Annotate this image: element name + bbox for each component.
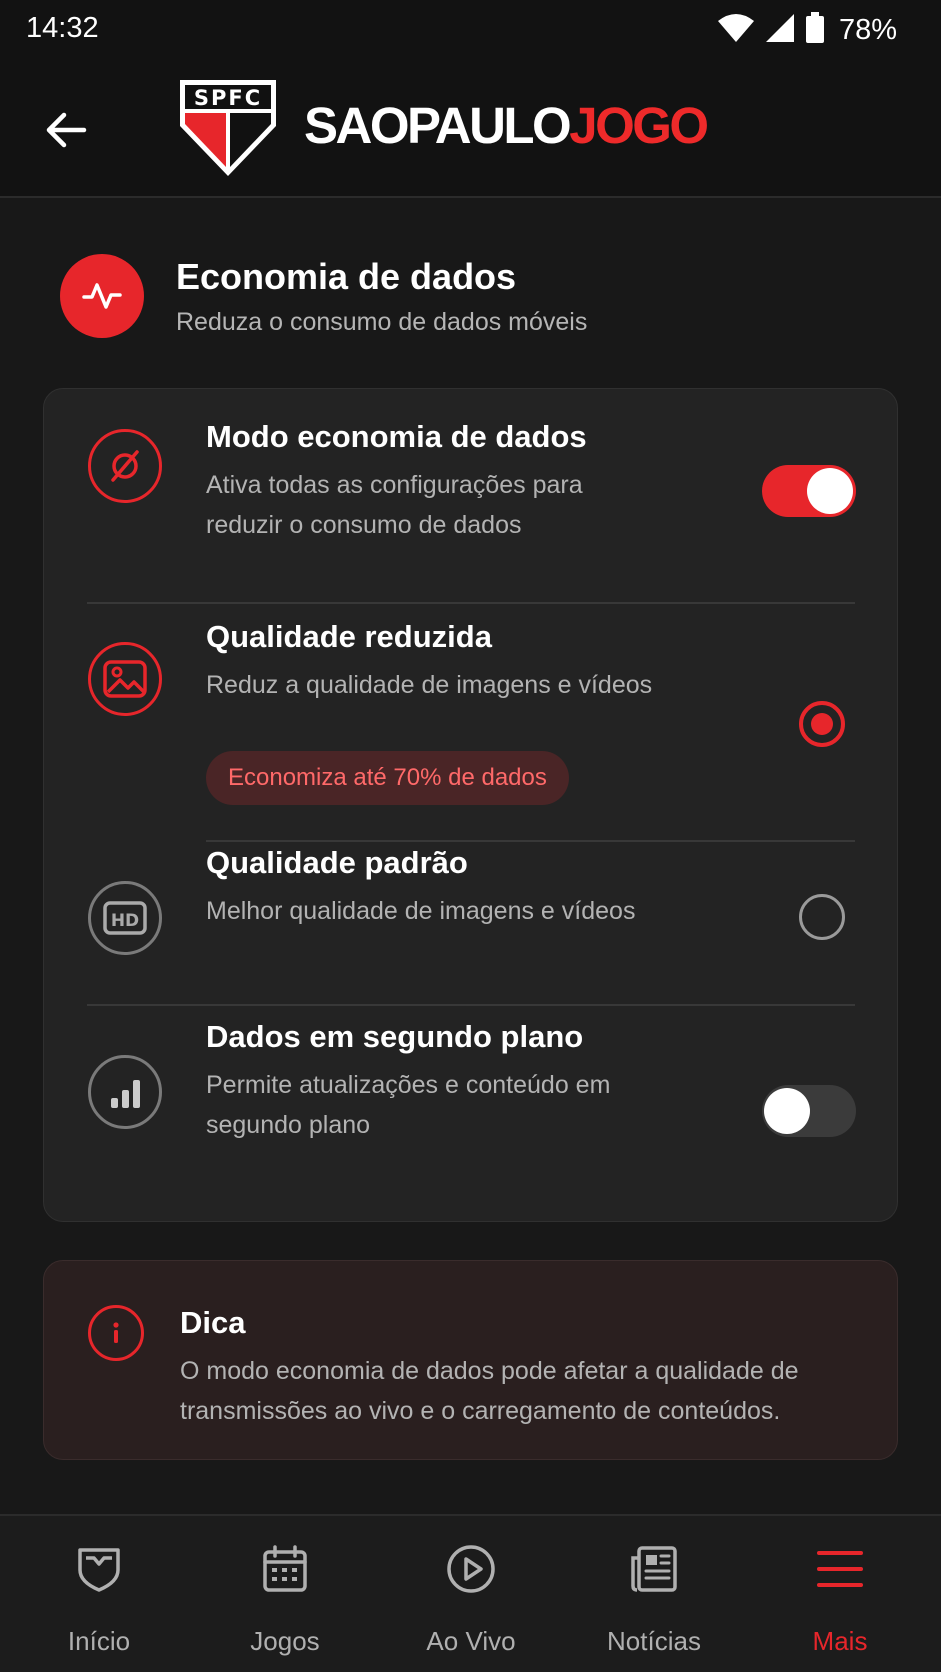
- spfc-logo: SPFC: [176, 78, 280, 178]
- data-saver-description: Ativa todas as configurações para reduzi…: [206, 465, 583, 545]
- no-data-icon: [88, 429, 162, 503]
- background-data-description-line2: segundo plano: [206, 1111, 371, 1139]
- radio-dot: [811, 713, 833, 735]
- divider: [87, 602, 855, 604]
- standard-quality-title: Qualidade padrão: [206, 845, 468, 880]
- back-button[interactable]: [40, 104, 92, 156]
- play-circle-icon: [444, 1542, 498, 1596]
- shield-home-icon: [72, 1542, 126, 1596]
- brand-name-accent: JOGO: [569, 97, 709, 154]
- tip-card: Dica O modo economia de dados pode afeta…: [43, 1260, 898, 1460]
- app-header: SPFC SAOPAULOJOGO: [0, 60, 941, 198]
- newspaper-icon: [627, 1542, 681, 1596]
- tip-title: Dica: [180, 1305, 246, 1340]
- battery-percentage: 78%: [838, 13, 897, 46]
- reduced-quality-title: Qualidade reduzida: [206, 619, 492, 654]
- data-saver-title: Modo economia de dados: [206, 419, 587, 454]
- bar-chart-icon: [88, 1055, 162, 1129]
- nav-item-ao-vivo[interactable]: Ao Vivo: [378, 1516, 564, 1672]
- screen: 14:32 78% SPFC SAOPAULOJOGO Economia de …: [0, 0, 941, 1672]
- background-data-toggle[interactable]: [762, 1085, 856, 1137]
- hd-icon: HD: [88, 881, 162, 955]
- data-saver-toggle[interactable]: [762, 465, 856, 517]
- toggle-knob: [764, 1088, 810, 1134]
- activity-icon: [60, 254, 144, 338]
- background-data-description: Permite atualizações e conteúdo em segun…: [206, 1065, 610, 1145]
- calendar-icon: [258, 1542, 312, 1596]
- divider: [206, 840, 855, 842]
- image-icon: [88, 642, 162, 716]
- background-data-description-line1: Permite atualizações e conteúdo em: [206, 1071, 611, 1099]
- arrow-left-icon: [46, 112, 87, 148]
- tip-text-line1: O modo economia de dados pode afetar a q…: [180, 1357, 799, 1385]
- bottom-nav: Início Jogos Ao Vivo Notícias Mais: [0, 1514, 941, 1672]
- standard-quality-radio[interactable]: [799, 894, 845, 940]
- reduced-quality-description: Reduz a qualidade de imagens e vídeos: [206, 671, 653, 699]
- brand-name-primary: SAOPAULO: [304, 97, 572, 154]
- standard-quality-description: Melhor qualidade de imagens e vídeos: [206, 897, 636, 925]
- nav-label: Ao Vivo: [426, 1626, 516, 1656]
- brand-wordmark: SAOPAULOJOGO: [304, 97, 709, 154]
- nav-label: Notícias: [607, 1626, 701, 1656]
- svg-text:HD: HD: [111, 911, 139, 931]
- section-title: Economia de dados: [176, 256, 517, 297]
- nav-item-mais[interactable]: Mais: [747, 1516, 933, 1672]
- status-time: 14:32: [26, 12, 99, 44]
- signal-icon: [765, 13, 795, 48]
- settings-card: Modo economia de dados Ativa todas as co…: [43, 388, 898, 1222]
- data-saver-description-line2: reduzir o consumo de dados: [206, 511, 522, 539]
- nav-label: Início: [67, 1626, 131, 1656]
- savings-badge: Economiza até 70% de dados: [206, 751, 569, 805]
- nav-label: Jogos: [250, 1626, 320, 1656]
- nav-label: Mais: [812, 1626, 868, 1656]
- reduced-quality-radio[interactable]: [799, 701, 845, 747]
- nav-item-noticias[interactable]: Notícias: [561, 1516, 747, 1672]
- nav-item-jogos[interactable]: Jogos: [192, 1516, 378, 1672]
- nav-item-inicio[interactable]: Início: [6, 1516, 192, 1672]
- status-bar: 14:32 78%: [0, 0, 941, 60]
- divider: [87, 1004, 855, 1006]
- info-icon: [88, 1305, 144, 1361]
- tip-text: O modo economia de dados pode afetar a q…: [180, 1351, 799, 1431]
- logo-text: SPFC: [194, 86, 262, 110]
- menu-icon: [813, 1542, 867, 1596]
- toggle-knob: [807, 468, 853, 514]
- status-icons: 78%: [717, 10, 897, 50]
- battery-icon: [805, 11, 825, 49]
- tip-text-line2: transmissões ao vivo e o carregamento de…: [180, 1397, 781, 1425]
- section-subtitle: Reduza o consumo de dados móveis: [176, 308, 588, 336]
- wifi-icon: [717, 13, 755, 48]
- data-saver-description-line1: Ativa todas as configurações para: [206, 471, 583, 499]
- background-data-title: Dados em segundo plano: [206, 1019, 584, 1054]
